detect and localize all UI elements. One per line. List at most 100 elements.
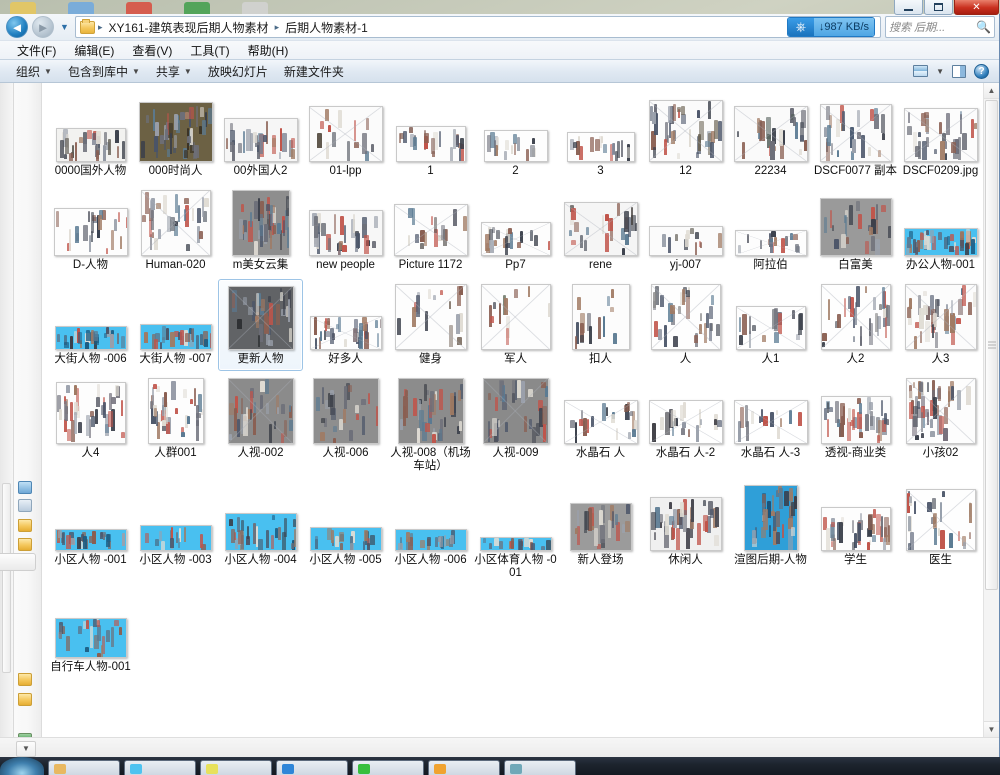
file-thumbnail[interactable] (905, 489, 976, 551)
file-item[interactable]: 渲图后期-人物 (728, 480, 813, 585)
search-input[interactable]: 搜索 后期... 🔍 (885, 16, 995, 38)
navigation-pane[interactable] (0, 83, 42, 737)
file-thumbnail[interactable] (735, 306, 806, 350)
file-item[interactable]: 自行车人物-001 (48, 587, 133, 679)
menu-view[interactable]: 查看(V) (123, 40, 181, 61)
file-item[interactable]: 学生 (813, 480, 898, 585)
file-item[interactable]: 人群001 (133, 373, 218, 478)
breadcrumb-item-1[interactable]: 后期人物素材-1 (282, 18, 371, 37)
recent-pages-button[interactable]: ▼ (58, 17, 71, 37)
library-icon[interactable] (18, 499, 32, 512)
file-thumbnail[interactable] (903, 228, 978, 256)
computer-icon[interactable] (18, 733, 32, 737)
taskbar-item-4[interactable] (276, 760, 348, 775)
toolbar-new-folder[interactable]: 新建文件夹 (276, 60, 352, 83)
file-thumbnail[interactable] (224, 513, 297, 551)
file-thumbnail[interactable] (308, 210, 383, 256)
file-item[interactable]: 大街人物 -007 (133, 279, 218, 371)
file-thumbnail[interactable] (480, 222, 551, 256)
file-item[interactable]: 小区人物 -001 (48, 480, 133, 585)
file-item[interactable]: 水晶石 人 (558, 373, 643, 478)
file-thumbnail[interactable] (139, 324, 212, 350)
menu-tools[interactable]: 工具(T) (181, 40, 238, 61)
breadcrumb-item-0[interactable]: XY161-建筑表现后期人物素材 (106, 18, 272, 37)
scrollbar-thumb[interactable] (2, 483, 11, 673)
taskbar-item-7[interactable] (504, 760, 576, 775)
taskbar-item-3[interactable] (200, 760, 272, 775)
file-item[interactable]: 人视-009 (473, 373, 558, 478)
toolbar-organize[interactable]: 组织 ▼ (8, 60, 60, 83)
file-item[interactable]: 2 (473, 91, 558, 183)
file-thumbnail[interactable] (733, 106, 808, 162)
file-thumbnail[interactable] (54, 529, 127, 551)
file-thumbnail[interactable] (54, 326, 127, 350)
file-item[interactable]: 22234 (728, 91, 813, 183)
scroll-down-arrow[interactable]: ▼ (984, 721, 999, 737)
menu-help[interactable]: 帮助(H) (239, 40, 298, 61)
taskbar-item-6[interactable] (428, 760, 500, 775)
scrollbar-thumb[interactable] (985, 100, 998, 590)
file-item[interactable]: 000时尚人 (133, 91, 218, 183)
menu-file[interactable]: 文件(F) (8, 40, 65, 61)
folder-icon[interactable] (18, 538, 32, 551)
file-thumbnail[interactable] (483, 130, 548, 162)
file-thumbnail[interactable] (648, 226, 723, 256)
file-item[interactable]: 医生 (898, 480, 983, 585)
menu-edit[interactable]: 编辑(E) (65, 40, 123, 61)
file-item[interactable]: 人视-006 (303, 373, 388, 478)
file-item[interactable]: Human-020 (133, 185, 218, 277)
taskbar-item-1[interactable] (48, 760, 120, 775)
file-item[interactable]: 人 (643, 279, 728, 371)
file-thumbnail[interactable] (394, 284, 467, 350)
breadcrumb-separator-icon[interactable]: ▸ (274, 22, 281, 33)
library-icon[interactable] (18, 481, 32, 494)
file-thumbnail[interactable] (820, 284, 891, 350)
taskbar-item-2[interactable] (124, 760, 196, 775)
file-thumbnail[interactable] (819, 104, 892, 162)
change-view-icon[interactable] (913, 65, 929, 77)
file-item[interactable]: 人视-002 (218, 373, 303, 478)
file-thumbnail[interactable] (55, 128, 126, 162)
file-item[interactable]: rene (558, 185, 643, 277)
file-thumbnail[interactable] (480, 284, 551, 350)
file-thumbnail[interactable] (820, 507, 891, 551)
file-item[interactable]: 水晶石 人-2 (643, 373, 728, 478)
file-thumbnail[interactable] (139, 525, 212, 551)
file-item[interactable]: 00外国人2 (218, 91, 303, 183)
file-thumbnail[interactable] (563, 400, 638, 444)
toolbar-slideshow[interactable]: 放映幻灯片 (200, 60, 276, 83)
file-thumbnail[interactable] (569, 503, 632, 551)
file-item[interactable]: 12 (643, 91, 728, 183)
folder-icon[interactable] (18, 693, 32, 706)
file-item[interactable]: 水晶石 人-3 (728, 373, 813, 478)
file-thumbnail[interactable] (905, 378, 976, 444)
folder-icon[interactable] (18, 673, 32, 686)
file-thumbnail[interactable] (231, 190, 290, 256)
file-item[interactable]: 更新人物 (218, 279, 303, 371)
file-thumbnail[interactable] (733, 400, 808, 444)
file-thumbnail[interactable] (904, 284, 977, 350)
file-thumbnail[interactable] (308, 106, 383, 162)
file-item[interactable]: 0000国外人物 (48, 91, 133, 183)
close-button[interactable]: ✕ (954, 0, 999, 15)
file-thumbnail[interactable] (309, 316, 382, 350)
file-thumbnail[interactable] (734, 230, 807, 256)
forward-button[interactable]: ► (32, 16, 54, 38)
file-item[interactable]: 1 (388, 91, 473, 183)
file-thumbnail[interactable] (650, 284, 721, 350)
file-item[interactable]: m美女云集 (218, 185, 303, 277)
folder-icon[interactable] (18, 519, 32, 532)
breadcrumb-separator-icon[interactable]: ▸ (97, 22, 104, 33)
file-thumbnail[interactable] (147, 378, 204, 444)
file-thumbnail[interactable] (393, 204, 468, 256)
file-thumbnail[interactable] (53, 208, 128, 256)
file-item[interactable]: 3 (558, 91, 643, 183)
file-item[interactable]: 小区人物 -005 (303, 480, 388, 585)
file-thumbnail[interactable] (223, 118, 298, 162)
preview-pane-icon[interactable] (952, 64, 966, 78)
file-thumbnail[interactable] (138, 102, 213, 162)
file-item[interactable]: 大街人物 -006 (48, 279, 133, 371)
start-button[interactable] (0, 757, 44, 775)
file-item[interactable]: DSCF0077 副本 (813, 91, 898, 183)
file-thumbnail[interactable] (648, 100, 723, 162)
